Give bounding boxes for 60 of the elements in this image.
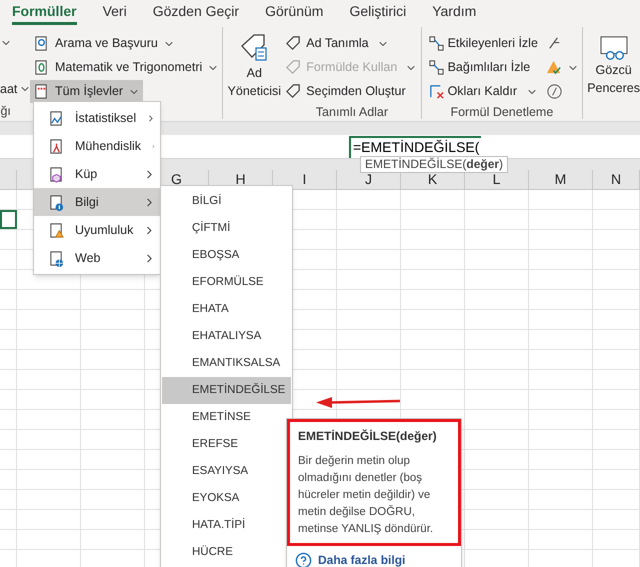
name-manager-button[interactable]: Ad Yöneticisi xyxy=(223,32,286,103)
active-cell-border xyxy=(0,210,17,229)
function-hint: EMETİNDEĞİLSE(değer) xyxy=(360,156,508,173)
ribbon-button[interactable]: Ad Tanımla xyxy=(285,32,418,55)
menu-item[interactable]: Bilgi xyxy=(34,188,160,216)
ribbon-button[interactable]: Matematik ve Trigonometri xyxy=(30,56,222,79)
ribbon-tab[interactable]: Geliştirici xyxy=(349,0,406,25)
tooltip-description: Bir değerin metin olup olmadığını denetler (boş hücreler metin değildir) ve metin değilse DOĞRU, metinse YANLIŞ döndürür. xyxy=(298,454,434,537)
watch-window-button[interactable]: Gözcü Penceres xyxy=(583,25,640,121)
ribbon-button[interactable]: Bağımlıları İzle xyxy=(428,56,538,79)
menu-item[interactable]: EHATALIYSA xyxy=(162,323,291,350)
globe-icon xyxy=(48,250,65,266)
remove-arrows-icon xyxy=(428,83,445,100)
menu-item[interactable]: Mühendislik xyxy=(34,132,160,160)
help-icon xyxy=(295,552,312,567)
ribbon-button[interactable]: Tüm İşlevler xyxy=(30,80,144,103)
menu-item[interactable]: HÜCRE xyxy=(162,539,291,566)
ribbon-button[interactable]: Seçimden Oluştur xyxy=(285,80,418,103)
ribbon-tab[interactable]: Görünüm xyxy=(265,0,324,25)
ribbon-tab[interactable]: Yardım xyxy=(432,0,476,25)
menu-item[interactable]: Web xyxy=(34,244,160,272)
group-label: Tanımlı Adlar xyxy=(314,104,388,121)
tag-icon xyxy=(285,83,302,100)
menu-item[interactable]: EBOŞSA xyxy=(162,242,291,269)
ribbon-button[interactable]: Etkileyenleri İzle xyxy=(428,32,538,55)
group-label: Formül Denetleme xyxy=(450,104,554,121)
menu-item[interactable]: HATA.TİPİ xyxy=(162,512,291,539)
warning-icon xyxy=(48,222,65,238)
ribbon-button[interactable]: Arama ve Başvuru xyxy=(30,32,178,55)
tag-icon xyxy=(285,35,302,52)
glasses-window-icon xyxy=(598,35,630,61)
menu-item[interactable]: EHATA xyxy=(162,296,291,323)
ribbon-button[interactable]: aat xyxy=(0,78,30,100)
trace-arrow-icon xyxy=(428,35,445,52)
menu-item[interactable]: İstatistiksel xyxy=(34,104,160,132)
menu-item[interactable]: Küp xyxy=(34,160,160,188)
ribbon-button[interactable]: Okları Kaldır xyxy=(428,80,538,103)
tooltip-title: EMETİNDEĞİLSE(değer) xyxy=(298,428,438,445)
group-label: ığı xyxy=(0,103,12,120)
info-icon xyxy=(48,194,65,210)
menu-item[interactable]: EFORMÜLSE xyxy=(162,269,291,296)
menu-item[interactable]: EYOKSA xyxy=(162,485,291,512)
trace-arrow-icon xyxy=(428,59,445,76)
menu-item[interactable]: EMANTIKSALSA xyxy=(162,350,291,377)
tag-icon xyxy=(285,59,302,76)
menu-item[interactable]: Uyumluluk xyxy=(34,216,160,244)
menu-item[interactable]: ÇİFTMİ xyxy=(162,215,291,242)
ribbon-tab[interactable]: Gözden Geçir xyxy=(152,0,240,25)
menu-item[interactable]: EREFSE xyxy=(162,431,291,458)
warning-check-icon xyxy=(546,59,564,76)
menu-item[interactable]: ESAYIYSA xyxy=(162,458,291,485)
menu-item[interactable]: EMETİNDEĞİLSE xyxy=(162,377,291,404)
menu-item[interactable]: BİLGİ xyxy=(162,188,291,215)
column-header[interactable]: I xyxy=(302,169,306,190)
ribbon-tab[interactable]: Veri xyxy=(102,0,127,25)
column-header[interactable]: N xyxy=(610,169,622,190)
column-header[interactable]: M xyxy=(554,169,566,190)
menu-item[interactable]: EMETİNSE xyxy=(162,404,291,431)
more-info-link[interactable]: Daha fazla bilgi xyxy=(318,551,406,567)
fx-circle-icon xyxy=(546,83,564,100)
